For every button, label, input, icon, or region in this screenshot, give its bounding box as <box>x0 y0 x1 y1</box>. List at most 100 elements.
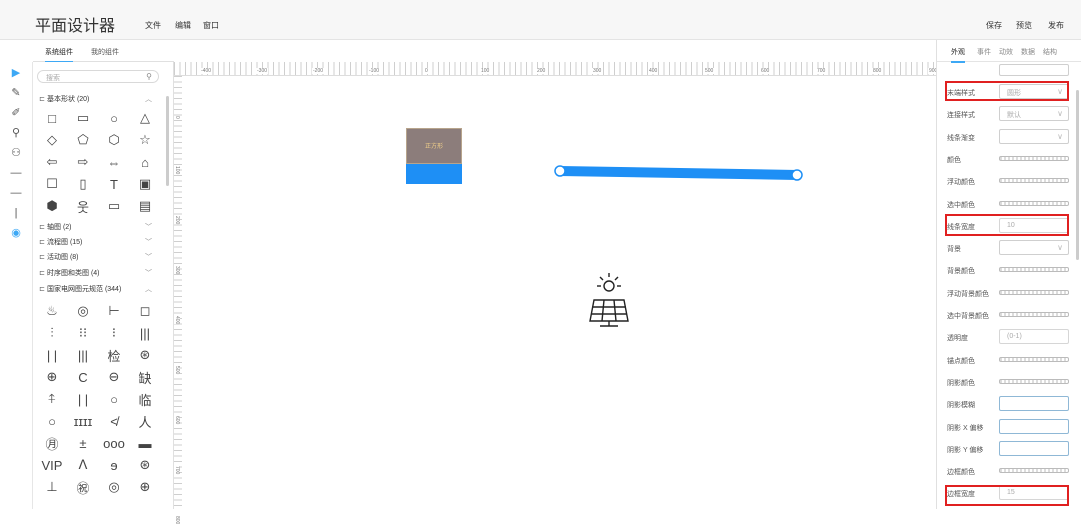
tab-data[interactable]: 数据 <box>1021 47 1035 57</box>
shape-item[interactable]: C <box>72 366 94 388</box>
shape-item[interactable]: ⊛ <box>134 344 156 366</box>
color-picker[interactable] <box>999 267 1069 273</box>
shape-item[interactable]: ⊛ <box>134 454 156 476</box>
canvas-square-shape[interactable]: 正方形 <box>406 128 462 184</box>
tab-appearance[interactable]: 外观 <box>951 47 965 63</box>
shape-item[interactable]: ◎ <box>72 300 94 322</box>
shape-item[interactable]: ⊢ <box>103 300 125 322</box>
category-state-grid[interactable]: ⊏ 国家电网图元规范 (344) <box>39 284 121 294</box>
shape-item[interactable]: ⴷ <box>72 454 94 476</box>
shape-item[interactable]: ɪɪɪɪ <box>72 410 94 432</box>
shape-item[interactable]: ○ <box>103 388 125 410</box>
shape-item[interactable]: 缺 <box>134 366 156 388</box>
color-picker[interactable] <box>999 155 1069 161</box>
shape-item[interactable]: ||| <box>72 344 94 366</box>
shape-item[interactable]: ооо <box>103 432 125 454</box>
shape-item[interactable]: ㊊ <box>41 432 63 454</box>
color-picker[interactable] <box>999 468 1069 474</box>
property-input[interactable] <box>999 440 1069 456</box>
property-input[interactable] <box>999 418 1069 434</box>
stamp-icon[interactable]: ⚇ <box>8 146 24 160</box>
shape-item[interactable]: | | <box>72 388 94 410</box>
publish-button[interactable]: 发布 <box>1048 20 1064 31</box>
category-activity[interactable]: ⊏ 活动图 (8) <box>39 252 79 262</box>
shape-item[interactable]: □ <box>41 107 63 129</box>
shape-item[interactable]: ⊕ <box>41 366 63 388</box>
shape-item[interactable]: △ <box>134 107 156 129</box>
zoom-icon[interactable]: ⚲ <box>8 126 24 140</box>
chevron-up-icon[interactable]: ︿ <box>145 94 152 104</box>
line-tool-2-icon[interactable]: — <box>8 186 24 200</box>
shape-item[interactable]: | | <box>41 344 63 366</box>
color-picker[interactable] <box>999 200 1069 206</box>
shape-item[interactable]: ㊗ <box>72 476 94 498</box>
shape-item[interactable]: ☐ <box>41 173 63 195</box>
menu-file[interactable]: 文件 <box>145 20 161 31</box>
shape-item[interactable]: ▯ <box>72 173 94 195</box>
shape-item[interactable]: ▬ <box>134 432 156 454</box>
shape-item[interactable]: ◻ <box>134 300 156 322</box>
menu-edit[interactable]: 编辑 <box>175 20 191 31</box>
shape-item[interactable]: ▤ <box>134 195 156 217</box>
pointer-icon[interactable]: ▶ <box>8 66 24 80</box>
shape-item[interactable]: 人 <box>134 410 156 432</box>
shape-item[interactable]: ▣ <box>134 173 156 195</box>
chevron-down-icon[interactable]: ﹀ <box>145 268 152 278</box>
category-flowchart[interactable]: ⊏ 流程图 (15) <box>39 237 82 247</box>
shape-item[interactable]: 临 <box>134 388 156 410</box>
shape-item[interactable]: ▭ <box>103 195 125 217</box>
menu-window[interactable]: 窗口 <box>203 20 219 31</box>
shape-item[interactable]: T <box>103 173 125 195</box>
color-picker[interactable] <box>999 356 1069 362</box>
property-select[interactable]: 默认 ∨ <box>999 106 1069 122</box>
shape-item[interactable]: ± <box>72 432 94 454</box>
search-input[interactable]: 搜索 ⚲ <box>37 70 159 83</box>
color-picker[interactable] <box>999 378 1069 384</box>
tab-animation[interactable]: 动效 <box>999 47 1013 57</box>
shape-item[interactable]: ⊥ <box>41 476 63 498</box>
tab-structure[interactable]: 结构 <box>1043 47 1057 57</box>
color-picker[interactable] <box>999 289 1069 295</box>
design-canvas[interactable]: 正方形 <box>182 76 936 509</box>
search-icon[interactable]: ⚲ <box>146 72 152 81</box>
shape-item[interactable]: ⬢ <box>41 195 63 217</box>
tab-my-components[interactable]: 我的组件 <box>91 47 119 57</box>
shape-item[interactable]: ⁝⁝ <box>72 322 94 344</box>
shape-item[interactable]: ⬡ <box>103 129 125 151</box>
line-tool-icon[interactable]: — <box>8 166 24 180</box>
shape-item[interactable]: ♨ <box>41 300 63 322</box>
shape-item[interactable]: ⍏ <box>41 388 63 410</box>
shape-item[interactable]: ◎ <box>103 476 125 498</box>
property-select[interactable]: ∨ <box>999 240 1069 256</box>
shape-item[interactable]: ◇ <box>41 129 63 151</box>
shape-item[interactable]: ɘ <box>103 454 125 476</box>
category-sequence-class[interactable]: ⊏ 时序图和类图 (4) <box>39 268 100 278</box>
shape-item[interactable]: ⁝ <box>103 322 125 344</box>
category-basic-shapes[interactable]: ⊏ 基本形状 (20) <box>39 94 89 104</box>
shape-item[interactable]: ⬠ <box>72 129 94 151</box>
shape-item[interactable]: ⇨ <box>72 151 94 173</box>
pen-icon[interactable]: ✎ <box>8 86 24 100</box>
shape-item[interactable]: ||| <box>134 322 156 344</box>
shape-item[interactable]: ▭ <box>72 107 94 129</box>
chevron-up-icon[interactable]: ︿ <box>145 284 152 294</box>
pencil-icon[interactable]: ✐ <box>8 106 24 120</box>
property-select[interactable]: ∨ <box>999 128 1069 144</box>
library-scrollbar[interactable] <box>166 96 169 186</box>
property-input[interactable] <box>999 396 1069 412</box>
top-clipped-field[interactable] <box>999 64 1069 76</box>
vertical-line-icon[interactable]: | <box>8 206 24 220</box>
property-input[interactable]: (0-1) <box>999 329 1069 345</box>
shape-item[interactable]: ⊖ <box>103 366 125 388</box>
properties-scrollbar[interactable] <box>1076 90 1079 260</box>
point-icon[interactable]: ◉ <box>8 226 24 240</box>
color-picker[interactable] <box>999 178 1069 184</box>
shape-item[interactable]: ≮ <box>103 410 125 432</box>
shape-item[interactable]: VIP <box>41 454 63 476</box>
shape-item[interactable]: ⇔ <box>103 151 125 173</box>
save-button[interactable]: 保存 <box>986 20 1002 31</box>
shape-item[interactable]: ⌂ <box>134 151 156 173</box>
shape-item[interactable]: 웃 <box>72 195 94 217</box>
color-picker[interactable] <box>999 312 1069 317</box>
shape-item[interactable]: ○ <box>103 107 125 129</box>
